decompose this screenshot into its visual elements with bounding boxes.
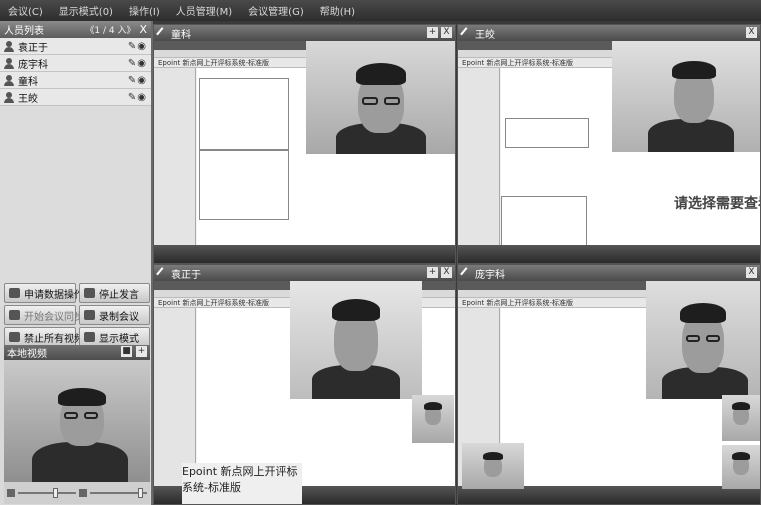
pane-header: 王皎 X <box>458 25 760 41</box>
pen-icon <box>460 266 473 280</box>
member-row[interactable]: 庞宇科 ✎◉ <box>0 55 151 72</box>
local-video-feed <box>4 360 150 482</box>
thumbnail-camera <box>412 395 454 443</box>
close-icon[interactable]: X <box>441 27 452 38</box>
microphone-volume-slider[interactable] <box>89 488 147 498</box>
sync-icon <box>9 310 20 320</box>
video-pane: 袁正于 + X Epoint 新点网上开评标系统-标准版 Epoint 新点网上… <box>153 264 456 505</box>
apply-data-icon <box>9 288 20 298</box>
local-video-header: 本地视频 ■ + <box>4 345 150 360</box>
start-sync-button[interactable]: 开始会议同步 <box>4 305 84 325</box>
display-mode-label: 显示模式 <box>99 333 139 345</box>
people-list-title: 人员列表 <box>4 26 44 37</box>
member-row[interactable]: 王皎 ✎◉ <box>0 89 151 106</box>
member-row[interactable]: 袁正于 ✎◉ <box>0 38 151 55</box>
record-label: 录制会议 <box>99 311 139 323</box>
minimize-icon[interactable]: ■ <box>121 346 132 357</box>
close-icon[interactable]: X <box>746 27 757 38</box>
user-icon <box>4 91 14 103</box>
people-list-header: 人员列表 《1 / 4 入》 X <box>0 21 151 38</box>
local-video-title: 本地视频 <box>7 349 47 360</box>
mic-camera-icon[interactable]: ✎◉ <box>128 58 147 69</box>
user-icon <box>4 57 14 69</box>
close-icon[interactable]: X <box>746 267 757 278</box>
stop-speaking-icon <box>84 288 95 298</box>
video-pane: 童科 + X Epoint 新点网上开评标系统-标准版 <box>153 24 456 264</box>
people-list-pager[interactable]: 《1 / 4 入》 <box>85 23 135 36</box>
menu-operation[interactable]: 操作(I) <box>129 3 160 18</box>
record-button[interactable]: 录制会议 <box>79 305 150 325</box>
pane-title: 庞宇科 <box>475 269 505 281</box>
inset-screen: Epoint 新点网上开评标系统-标准版 <box>182 463 302 504</box>
record-icon <box>84 310 95 320</box>
taskbar <box>458 245 760 263</box>
thumbnail-camera <box>462 443 524 489</box>
menu-help[interactable]: 帮助(H) <box>320 3 355 18</box>
speaker-icon <box>7 489 15 497</box>
thumbnail-camera <box>722 445 760 489</box>
stop-speaking-label: 停止发言 <box>99 289 139 301</box>
member-name: 王皎 <box>18 93 38 105</box>
taskbar <box>154 245 455 263</box>
member-name: 袁正于 <box>18 42 48 54</box>
volume-controls <box>4 482 150 504</box>
menu-meeting[interactable]: 会议(C) <box>8 3 43 18</box>
camera-feed <box>306 41 455 154</box>
people-list-empty-area <box>0 106 151 306</box>
add-icon[interactable]: + <box>136 346 147 357</box>
pen-icon <box>460 26 473 40</box>
close-icon[interactable]: X <box>441 267 452 278</box>
apply-data-label: 申请数据操作 <box>24 289 84 301</box>
menu-display-mode[interactable]: 显示模式(0) <box>59 3 113 18</box>
add-icon[interactable]: + <box>427 267 438 278</box>
camera-icon <box>9 332 20 342</box>
speaker-volume-slider[interactable] <box>18 488 76 498</box>
video-pane: 庞宇科 X Epoint 新点网上开评标系统-标准版 <box>457 264 761 505</box>
pane-title: 童科 <box>171 29 191 41</box>
menu-people[interactable]: 人员管理(M) <box>176 3 232 18</box>
microphone-icon <box>78 489 87 497</box>
mic-camera-icon[interactable]: ✎◉ <box>128 41 147 52</box>
mic-camera-icon[interactable]: ✎◉ <box>128 92 147 103</box>
camera-feed <box>290 281 422 399</box>
start-sync-label: 开始会议同步 <box>24 311 84 323</box>
pen-icon <box>156 26 169 40</box>
stop-speaking-button[interactable]: 停止发言 <box>79 283 150 303</box>
user-icon <box>4 40 14 52</box>
menu-bar: 会议(C) 显示模式(0) 操作(I) 人员管理(M) 会议管理(G) 帮助(H… <box>0 0 761 21</box>
pane-title: 王皎 <box>475 29 495 41</box>
mic-camera-icon[interactable]: ✎◉ <box>128 75 147 86</box>
user-icon <box>4 74 14 86</box>
add-icon[interactable]: + <box>427 27 438 38</box>
camera-feed <box>646 281 760 399</box>
menu-meeting-manage[interactable]: 会议管理(G) <box>248 3 304 18</box>
pane-header: 庞宇科 X <box>458 265 760 281</box>
close-icon[interactable]: X <box>139 23 147 36</box>
camera-feed <box>612 41 760 152</box>
pane-title: 袁正于 <box>171 269 201 281</box>
member-name: 庞宇科 <box>18 59 48 71</box>
local-camera-image <box>4 360 150 482</box>
member-row[interactable]: 童科 ✎◉ <box>0 72 151 89</box>
thumbnail-camera <box>722 395 760 441</box>
apply-data-button[interactable]: 申请数据操作 <box>4 283 84 303</box>
member-name: 童科 <box>18 76 38 88</box>
video-pane: 王皎 X Epoint 新点网上开评标系统-标准版 请选择需要查看的 <box>457 24 761 264</box>
display-mode-icon <box>84 332 95 342</box>
inset-screen-title: Epoint 新点网上开评标系统-标准版 <box>182 465 298 494</box>
ban-video-button[interactable]: 禁止所有视频 <box>4 327 84 347</box>
pane-header: 袁正于 + X <box>154 265 455 281</box>
pane-header: 童科 + X <box>154 25 455 41</box>
pen-icon <box>156 266 169 280</box>
ban-video-label: 禁止所有视频 <box>24 333 84 345</box>
select-prompt-text: 请选择需要查看的 <box>674 196 760 212</box>
display-mode-button[interactable]: 显示模式 <box>79 327 150 347</box>
